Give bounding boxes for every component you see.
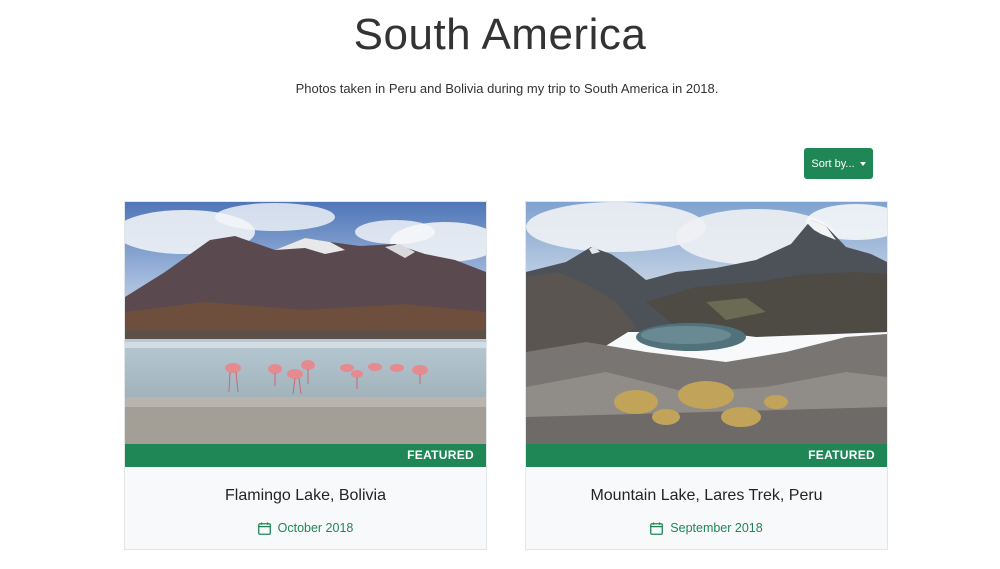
page-title: South America [353,10,647,59]
card-date-label: October 2018 [277,521,354,535]
calendar-icon [650,522,664,535]
photo-card-flamingo-lake[interactable]: FEATURED Flamingo Lake, Bolivia October … [124,201,487,550]
photo-flamingo-lake[interactable] [125,202,486,444]
calendar-icon [257,522,271,535]
card-date: September 2018 [526,521,887,535]
sort-dropdown-button[interactable]: Sort by... [804,148,873,179]
card-date-label: September 2018 [670,521,763,535]
card-title[interactable]: Mountain Lake, Lares Trek, Peru [526,487,887,505]
page-subtitle: Photos taken in Peru and Bolivia during … [295,81,719,96]
photo-mountain-lake[interactable] [526,202,887,444]
sort-button-label: Sort by... [811,157,855,170]
featured-badge: FEATURED [125,444,486,467]
featured-badge: FEATURED [526,444,887,467]
chevron-down-icon [859,161,866,166]
photo-card-mountain-lake[interactable]: FEATURED Mountain Lake, Lares Trek, Peru… [525,201,888,550]
card-title[interactable]: Flamingo Lake, Bolivia [125,487,486,505]
card-date: October 2018 [125,521,486,535]
